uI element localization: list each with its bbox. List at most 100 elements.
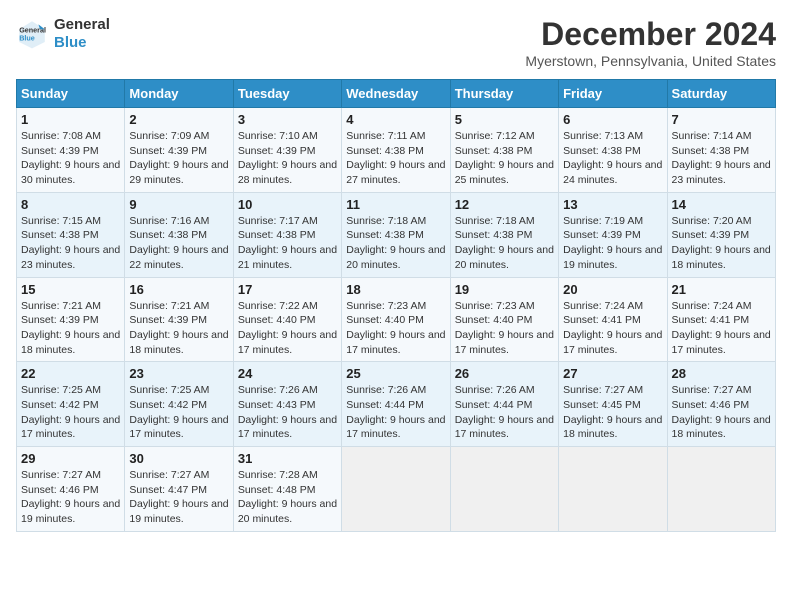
day-number: 5 <box>455 112 554 127</box>
calendar-cell: 27 Sunrise: 7:27 AM Sunset: 4:45 PM Dayl… <box>559 362 667 447</box>
calendar-cell: 28 Sunrise: 7:27 AM Sunset: 4:46 PM Dayl… <box>667 362 775 447</box>
header-row: SundayMondayTuesdayWednesdayThursdayFrid… <box>17 80 776 108</box>
header-friday: Friday <box>559 80 667 108</box>
day-info: Sunrise: 7:10 AM Sunset: 4:39 PM Dayligh… <box>238 129 337 188</box>
calendar-cell: 13 Sunrise: 7:19 AM Sunset: 4:39 PM Dayl… <box>559 192 667 277</box>
day-number: 14 <box>672 197 771 212</box>
month-title: December 2024 <box>525 16 776 53</box>
day-number: 9 <box>129 197 228 212</box>
day-info: Sunrise: 7:27 AM Sunset: 4:46 PM Dayligh… <box>21 468 120 527</box>
day-number: 15 <box>21 282 120 297</box>
calendar-cell <box>559 447 667 532</box>
day-number: 8 <box>21 197 120 212</box>
day-number: 10 <box>238 197 337 212</box>
calendar-cell: 2 Sunrise: 7:09 AM Sunset: 4:39 PM Dayli… <box>125 108 233 193</box>
calendar-cell: 5 Sunrise: 7:12 AM Sunset: 4:38 PM Dayli… <box>450 108 558 193</box>
day-info: Sunrise: 7:20 AM Sunset: 4:39 PM Dayligh… <box>672 214 771 273</box>
day-number: 13 <box>563 197 662 212</box>
svg-text:Blue: Blue <box>19 33 35 42</box>
calendar-cell: 4 Sunrise: 7:11 AM Sunset: 4:38 PM Dayli… <box>342 108 450 193</box>
day-number: 24 <box>238 366 337 381</box>
calendar-cell: 10 Sunrise: 7:17 AM Sunset: 4:38 PM Dayl… <box>233 192 341 277</box>
day-number: 21 <box>672 282 771 297</box>
calendar-cell: 6 Sunrise: 7:13 AM Sunset: 4:38 PM Dayli… <box>559 108 667 193</box>
day-number: 26 <box>455 366 554 381</box>
day-number: 29 <box>21 451 120 466</box>
day-info: Sunrise: 7:25 AM Sunset: 4:42 PM Dayligh… <box>21 383 120 442</box>
calendar-cell: 30 Sunrise: 7:27 AM Sunset: 4:47 PM Dayl… <box>125 447 233 532</box>
day-info: Sunrise: 7:18 AM Sunset: 4:38 PM Dayligh… <box>346 214 445 273</box>
calendar-cell: 14 Sunrise: 7:20 AM Sunset: 4:39 PM Dayl… <box>667 192 775 277</box>
day-number: 27 <box>563 366 662 381</box>
calendar-cell: 12 Sunrise: 7:18 AM Sunset: 4:38 PM Dayl… <box>450 192 558 277</box>
day-info: Sunrise: 7:21 AM Sunset: 4:39 PM Dayligh… <box>129 299 228 358</box>
day-info: Sunrise: 7:26 AM Sunset: 4:44 PM Dayligh… <box>346 383 445 442</box>
day-number: 22 <box>21 366 120 381</box>
calendar-cell: 18 Sunrise: 7:23 AM Sunset: 4:40 PM Dayl… <box>342 277 450 362</box>
day-number: 31 <box>238 451 337 466</box>
day-info: Sunrise: 7:11 AM Sunset: 4:38 PM Dayligh… <box>346 129 445 188</box>
day-number: 3 <box>238 112 337 127</box>
day-info: Sunrise: 7:27 AM Sunset: 4:46 PM Dayligh… <box>672 383 771 442</box>
calendar-cell: 17 Sunrise: 7:22 AM Sunset: 4:40 PM Dayl… <box>233 277 341 362</box>
week-row-1: 8 Sunrise: 7:15 AM Sunset: 4:38 PM Dayli… <box>17 192 776 277</box>
day-number: 25 <box>346 366 445 381</box>
day-info: Sunrise: 7:09 AM Sunset: 4:39 PM Dayligh… <box>129 129 228 188</box>
logo-blue: Blue <box>54 34 110 52</box>
day-number: 20 <box>563 282 662 297</box>
day-info: Sunrise: 7:25 AM Sunset: 4:42 PM Dayligh… <box>129 383 228 442</box>
day-number: 11 <box>346 197 445 212</box>
calendar-cell: 21 Sunrise: 7:24 AM Sunset: 4:41 PM Dayl… <box>667 277 775 362</box>
day-number: 18 <box>346 282 445 297</box>
day-number: 7 <box>672 112 771 127</box>
day-info: Sunrise: 7:14 AM Sunset: 4:38 PM Dayligh… <box>672 129 771 188</box>
day-info: Sunrise: 7:27 AM Sunset: 4:47 PM Dayligh… <box>129 468 228 527</box>
week-row-0: 1 Sunrise: 7:08 AM Sunset: 4:39 PM Dayli… <box>17 108 776 193</box>
day-info: Sunrise: 7:26 AM Sunset: 4:44 PM Dayligh… <box>455 383 554 442</box>
day-info: Sunrise: 7:12 AM Sunset: 4:38 PM Dayligh… <box>455 129 554 188</box>
calendar-cell <box>450 447 558 532</box>
day-number: 19 <box>455 282 554 297</box>
week-row-4: 29 Sunrise: 7:27 AM Sunset: 4:46 PM Dayl… <box>17 447 776 532</box>
day-info: Sunrise: 7:13 AM Sunset: 4:38 PM Dayligh… <box>563 129 662 188</box>
day-info: Sunrise: 7:23 AM Sunset: 4:40 PM Dayligh… <box>346 299 445 358</box>
logo-general: General <box>54 16 110 34</box>
day-info: Sunrise: 7:28 AM Sunset: 4:48 PM Dayligh… <box>238 468 337 527</box>
day-number: 1 <box>21 112 120 127</box>
day-info: Sunrise: 7:15 AM Sunset: 4:38 PM Dayligh… <box>21 214 120 273</box>
calendar-cell: 1 Sunrise: 7:08 AM Sunset: 4:39 PM Dayli… <box>17 108 125 193</box>
calendar-cell: 9 Sunrise: 7:16 AM Sunset: 4:38 PM Dayli… <box>125 192 233 277</box>
day-info: Sunrise: 7:17 AM Sunset: 4:38 PM Dayligh… <box>238 214 337 273</box>
calendar-table: SundayMondayTuesdayWednesdayThursdayFrid… <box>16 79 776 532</box>
day-number: 23 <box>129 366 228 381</box>
header-sunday: Sunday <box>17 80 125 108</box>
location-subtitle: Myerstown, Pennsylvania, United States <box>525 53 776 69</box>
calendar-cell: 20 Sunrise: 7:24 AM Sunset: 4:41 PM Dayl… <box>559 277 667 362</box>
header-wednesday: Wednesday <box>342 80 450 108</box>
calendar-cell: 3 Sunrise: 7:10 AM Sunset: 4:39 PM Dayli… <box>233 108 341 193</box>
calendar-cell: 26 Sunrise: 7:26 AM Sunset: 4:44 PM Dayl… <box>450 362 558 447</box>
calendar-cell <box>667 447 775 532</box>
calendar-cell: 19 Sunrise: 7:23 AM Sunset: 4:40 PM Dayl… <box>450 277 558 362</box>
day-info: Sunrise: 7:08 AM Sunset: 4:39 PM Dayligh… <box>21 129 120 188</box>
day-info: Sunrise: 7:16 AM Sunset: 4:38 PM Dayligh… <box>129 214 228 273</box>
day-info: Sunrise: 7:19 AM Sunset: 4:39 PM Dayligh… <box>563 214 662 273</box>
day-number: 12 <box>455 197 554 212</box>
day-number: 4 <box>346 112 445 127</box>
calendar-cell: 11 Sunrise: 7:18 AM Sunset: 4:38 PM Dayl… <box>342 192 450 277</box>
page-header: General Blue General Blue December 2024 … <box>16 16 776 69</box>
calendar-cell: 22 Sunrise: 7:25 AM Sunset: 4:42 PM Dayl… <box>17 362 125 447</box>
header-thursday: Thursday <box>450 80 558 108</box>
header-tuesday: Tuesday <box>233 80 341 108</box>
calendar-cell: 25 Sunrise: 7:26 AM Sunset: 4:44 PM Dayl… <box>342 362 450 447</box>
week-row-2: 15 Sunrise: 7:21 AM Sunset: 4:39 PM Dayl… <box>17 277 776 362</box>
day-number: 2 <box>129 112 228 127</box>
day-info: Sunrise: 7:21 AM Sunset: 4:39 PM Dayligh… <box>21 299 120 358</box>
calendar-cell: 16 Sunrise: 7:21 AM Sunset: 4:39 PM Dayl… <box>125 277 233 362</box>
day-info: Sunrise: 7:26 AM Sunset: 4:43 PM Dayligh… <box>238 383 337 442</box>
logo: General Blue General Blue <box>16 16 110 52</box>
day-info: Sunrise: 7:23 AM Sunset: 4:40 PM Dayligh… <box>455 299 554 358</box>
title-block: December 2024 Myerstown, Pennsylvania, U… <box>525 16 776 69</box>
week-row-3: 22 Sunrise: 7:25 AM Sunset: 4:42 PM Dayl… <box>17 362 776 447</box>
calendar-cell: 7 Sunrise: 7:14 AM Sunset: 4:38 PM Dayli… <box>667 108 775 193</box>
